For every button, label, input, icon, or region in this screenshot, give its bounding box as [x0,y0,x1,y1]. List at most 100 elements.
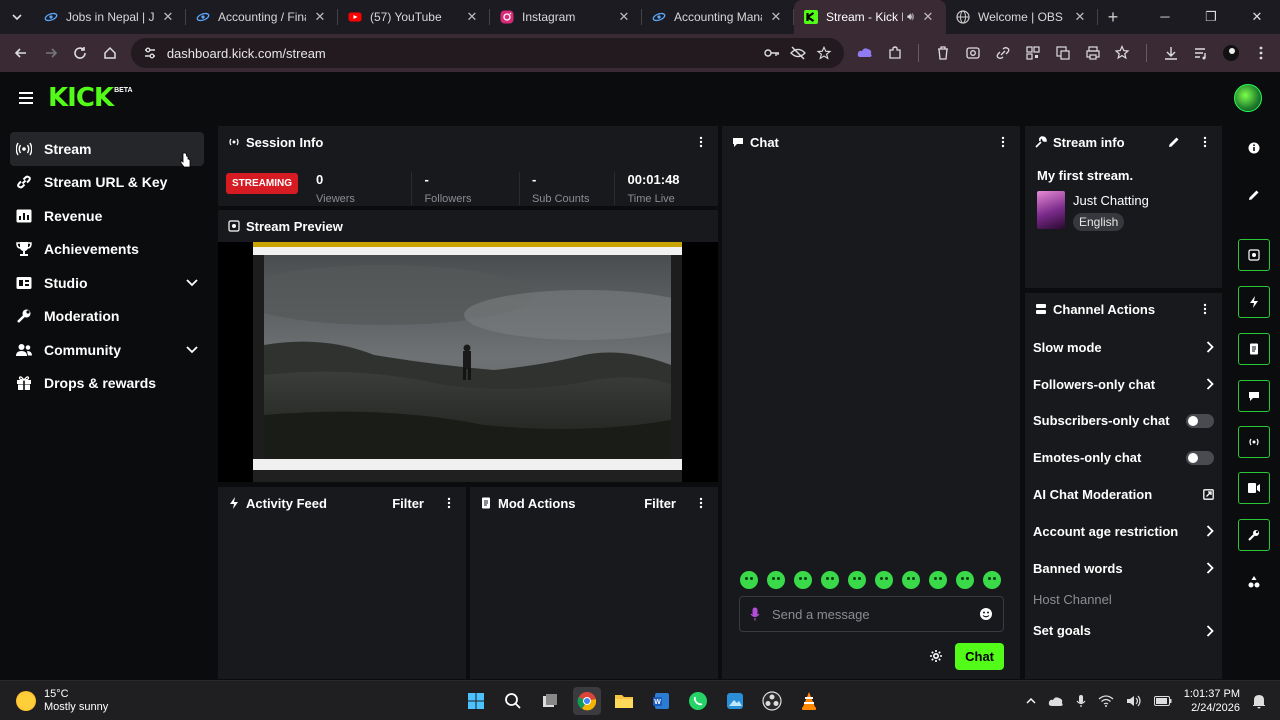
emote-button[interactable] [875,571,893,589]
info-button[interactable] [1238,132,1270,164]
channel-actions-menu-button[interactable] [1198,303,1212,315]
channel-action-ai-chat-moderation[interactable]: AI Chat Moderation [1025,476,1222,513]
rail-stream-preview-button[interactable] [1238,239,1270,271]
tab-close-icon[interactable]: ✕ [160,9,176,25]
profile-button[interactable] [1218,38,1244,68]
hamburger-menu-icon[interactable] [18,91,34,105]
forward-button[interactable] [36,38,66,68]
browser-tab[interactable]: Welcome | OBS ✕ [946,0,1098,34]
rail-mod-actions-button[interactable] [1238,333,1270,365]
qr-button[interactable] [1020,38,1046,68]
task-view-button[interactable] [536,687,564,715]
channel-action-followers-only-chat[interactable]: Followers-only chat [1025,366,1222,403]
eye-off-icon[interactable] [790,46,806,60]
back-button[interactable] [6,38,36,68]
battery-icon[interactable] [1153,695,1172,706]
link-button[interactable] [990,38,1016,68]
tab-close-icon[interactable]: ✕ [312,9,328,25]
channel-action-subscribers-only-chat[interactable]: Subscribers-only chat [1025,403,1222,440]
chevron-up-icon[interactable] [1026,697,1036,705]
mod-actions-filter-button[interactable]: Filter [644,496,676,511]
sidebar-item-stream-url-key[interactable]: Stream URL & Key [10,166,204,200]
new-tab-button[interactable]: + [1098,7,1128,28]
activity-filter-button[interactable]: Filter [392,496,424,511]
edit-layout-button[interactable] [1238,179,1270,211]
microphone-icon[interactable] [1076,694,1086,708]
gear-icon[interactable] [929,649,943,663]
tab-close-icon[interactable]: ✕ [616,9,632,25]
user-avatar[interactable] [1234,84,1262,112]
emote-button[interactable] [956,571,974,589]
channel-action-emotes-only-chat[interactable]: Emotes-only chat [1025,439,1222,476]
sidebar-item-drops-rewards[interactable]: Drops & rewards [10,367,204,401]
start-button[interactable] [462,687,490,715]
minimize-button[interactable]: ─ [1142,9,1188,25]
add-widget-button[interactable] [1238,566,1270,598]
channel-action-account-age-restriction[interactable]: Account age restriction [1025,513,1222,550]
rail-channel-actions-button[interactable] [1238,519,1270,551]
speaker-icon[interactable]: 🔊︎ [907,11,914,24]
rail-stream-info-button[interactable] [1238,472,1270,504]
browser-tab[interactable]: Accounting / Finance ✕ [186,0,338,34]
mod-actions-menu-button[interactable] [694,497,708,509]
taskbar-vlc[interactable] [795,687,823,715]
browser-tab[interactable]: Jobs in Nepal | Job V ✕ [34,0,186,34]
translate-button[interactable] [1050,38,1076,68]
sidebar-item-moderation[interactable]: Moderation [10,300,204,334]
chat-menu-button[interactable] [996,136,1010,148]
tab-close-icon[interactable]: ✕ [1072,9,1088,25]
emote-button[interactable] [983,571,1001,589]
key-icon[interactable] [764,46,780,60]
tab-close-icon[interactable]: ✕ [920,9,936,25]
extension-button[interactable] [852,38,878,68]
close-window-button[interactable]: ✕ [1234,9,1280,25]
rail-session-info-button[interactable] [1238,426,1270,458]
taskbar-photos[interactable] [721,687,749,715]
chat-send-button[interactable]: Chat [955,642,1004,670]
taskbar-chrome[interactable] [573,687,601,715]
sidebar-item-studio[interactable]: Studio [10,266,204,300]
stream-preview-video[interactable] [218,242,718,482]
home-button[interactable] [95,38,125,68]
browser-tab[interactable]: Stream - Kick Das 🔊︎ ✕ [794,0,946,34]
set-goals-row[interactable]: Set goals [1025,613,1222,650]
tab-close-icon[interactable]: ✕ [768,9,784,25]
emote-button[interactable] [902,571,920,589]
emote-button[interactable] [740,571,758,589]
channel-action-slow-mode[interactable]: Slow mode [1025,329,1222,366]
cloud-icon[interactable] [1048,695,1064,707]
weather-widget[interactable]: 15°C Mostly sunny [0,688,200,714]
chat-message-input[interactable]: Send a message [739,596,1004,632]
taskbar-file-explorer[interactable] [610,687,638,715]
taskbar-whatsapp[interactable] [684,687,712,715]
delete-button[interactable] [930,38,956,68]
emote-button[interactable] [821,571,839,589]
star-icon[interactable] [816,46,832,60]
taskbar-obs[interactable] [758,687,786,715]
toggle-switch[interactable] [1186,450,1214,465]
notification-bell-icon[interactable] [1252,693,1266,709]
session-info-menu-button[interactable] [694,136,708,148]
stream-info-menu-button[interactable] [1198,136,1212,148]
address-bar[interactable]: dashboard.kick.com/stream [130,38,844,68]
downloads-button[interactable] [1158,38,1184,68]
browser-tab[interactable]: Accounting Manage ✕ [642,0,794,34]
sidebar-item-revenue[interactable]: Revenue [10,199,204,233]
emote-button[interactable] [848,571,866,589]
sidebar-item-community[interactable]: Community [10,333,204,367]
activity-menu-button[interactable] [442,497,456,509]
tab-close-icon[interactable]: ✕ [464,9,480,25]
emote-button[interactable] [767,571,785,589]
toggle-switch[interactable] [1186,413,1214,428]
browser-tab[interactable]: Instagram ✕ [490,0,642,34]
emote-button[interactable] [929,571,947,589]
browser-tab[interactable]: (57) YouTube ✕ [338,0,490,34]
sidebar-item-stream[interactable]: Stream [10,132,204,166]
kick-logo[interactable]: KICK BETA [48,85,133,111]
browser-menu-button[interactable] [1248,38,1274,68]
emoji-picker-icon[interactable] [979,607,993,621]
system-clock[interactable]: 1:01:37 PM 2/24/2026 [1184,687,1240,715]
emote-button[interactable] [794,571,812,589]
volume-icon[interactable] [1126,695,1142,707]
favorites-button[interactable] [1110,38,1136,68]
